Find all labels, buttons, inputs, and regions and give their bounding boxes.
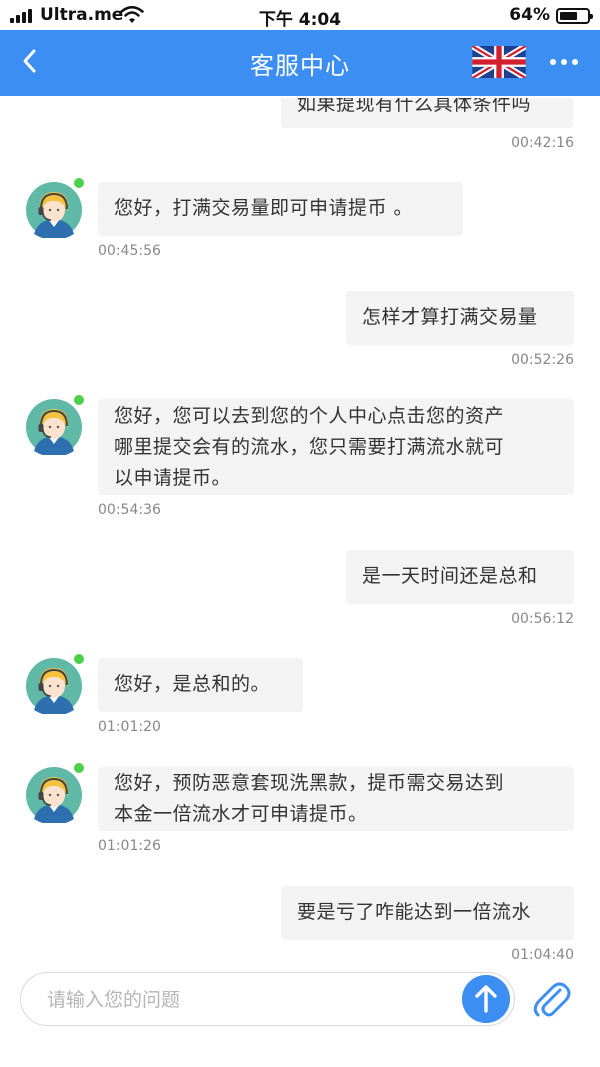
agent-message-bubble: 您好，您可以去到您的个人中心点击您的资产 哪里提交会有的流水，您只需要打满流水就…	[98, 399, 574, 495]
message-text-line: 本金一倍流水才可申请提币。	[114, 803, 368, 825]
agent-message-bubble: 您好，是总和的。	[98, 658, 303, 712]
message-time: 01:04:40	[511, 947, 574, 960]
agent-message-bubble: 您好，打满交易量即可申请提币 。	[98, 182, 463, 236]
agent-avatar	[26, 182, 82, 240]
message-time: 00:52:26	[511, 352, 574, 368]
message-text: 怎样才算打满交易量	[362, 306, 538, 328]
message-list[interactable]: 如果提现有什么具体条件吗 00:42:16 您好，打满交易量即可申请提币 。 0…	[0, 98, 600, 960]
message-text: 您好，是总和的。	[114, 673, 271, 695]
message-text-line: 您好，您可以去到您的个人中心点击您的资产	[114, 405, 505, 427]
message-text: 您好，打满交易量即可申请提币 。	[114, 197, 414, 219]
status-bar: Ultra.me 下午 4:04 64%	[0, 0, 600, 30]
agent-avatar-icon	[26, 658, 82, 716]
message-time: 00:42:16	[511, 135, 574, 151]
agent-avatar	[26, 658, 82, 716]
agent-avatar-icon	[26, 399, 82, 457]
agent-avatar-icon	[26, 182, 82, 240]
agent-avatar-icon	[26, 767, 82, 825]
message-text-line: 您好，预防恶意套现洗黑款，提币需交易达到	[114, 772, 505, 794]
nav-bar: 客服中心	[0, 30, 600, 96]
user-message-bubble: 要是亏了咋能达到一倍流水	[281, 886, 574, 940]
message-text-line: 哪里提交会有的流水，您只需要打满流水就可	[114, 436, 505, 458]
message-time: 00:54:36	[98, 502, 161, 518]
user-message-bubble: 如果提现有什么具体条件吗	[281, 98, 573, 128]
message-time: 00:45:56	[98, 243, 161, 259]
message-input-container	[20, 972, 515, 1026]
message-text: 如果提现有什么具体条件吗	[297, 98, 532, 115]
user-message-bubble: 是一天时间还是总和	[346, 550, 574, 604]
user-message-bubble: 怎样才算打满交易量	[346, 291, 574, 345]
send-button[interactable]	[462, 975, 510, 1023]
message-text-line: 以申请提币。	[114, 467, 232, 489]
message-text: 要是亏了咋能达到一倍流水	[297, 901, 532, 923]
agent-avatar	[26, 399, 82, 457]
message-time: 00:56:12	[511, 611, 574, 627]
message-input[interactable]	[47, 985, 447, 1015]
battery-percent: 64%	[509, 5, 550, 25]
agent-message-bubble: 您好，预防恶意套现洗黑款，提币需交易达到 本金一倍流水才可申请提币。	[98, 767, 574, 831]
message-time: 01:01:26	[98, 838, 161, 854]
battery-icon	[556, 8, 593, 24]
uk-flag-icon[interactable]	[472, 46, 526, 78]
message-text: 是一天时间还是总和	[362, 565, 538, 587]
agent-avatar	[26, 767, 82, 825]
message-time: 01:01:20	[98, 719, 161, 735]
more-horizontal-icon[interactable]	[548, 52, 580, 72]
paperclip-icon[interactable]	[530, 978, 572, 1020]
chat-screen: Ultra.me 下午 4:04 64% 客服中心 如果提现有什么具体条件吗 0…	[0, 0, 600, 1067]
